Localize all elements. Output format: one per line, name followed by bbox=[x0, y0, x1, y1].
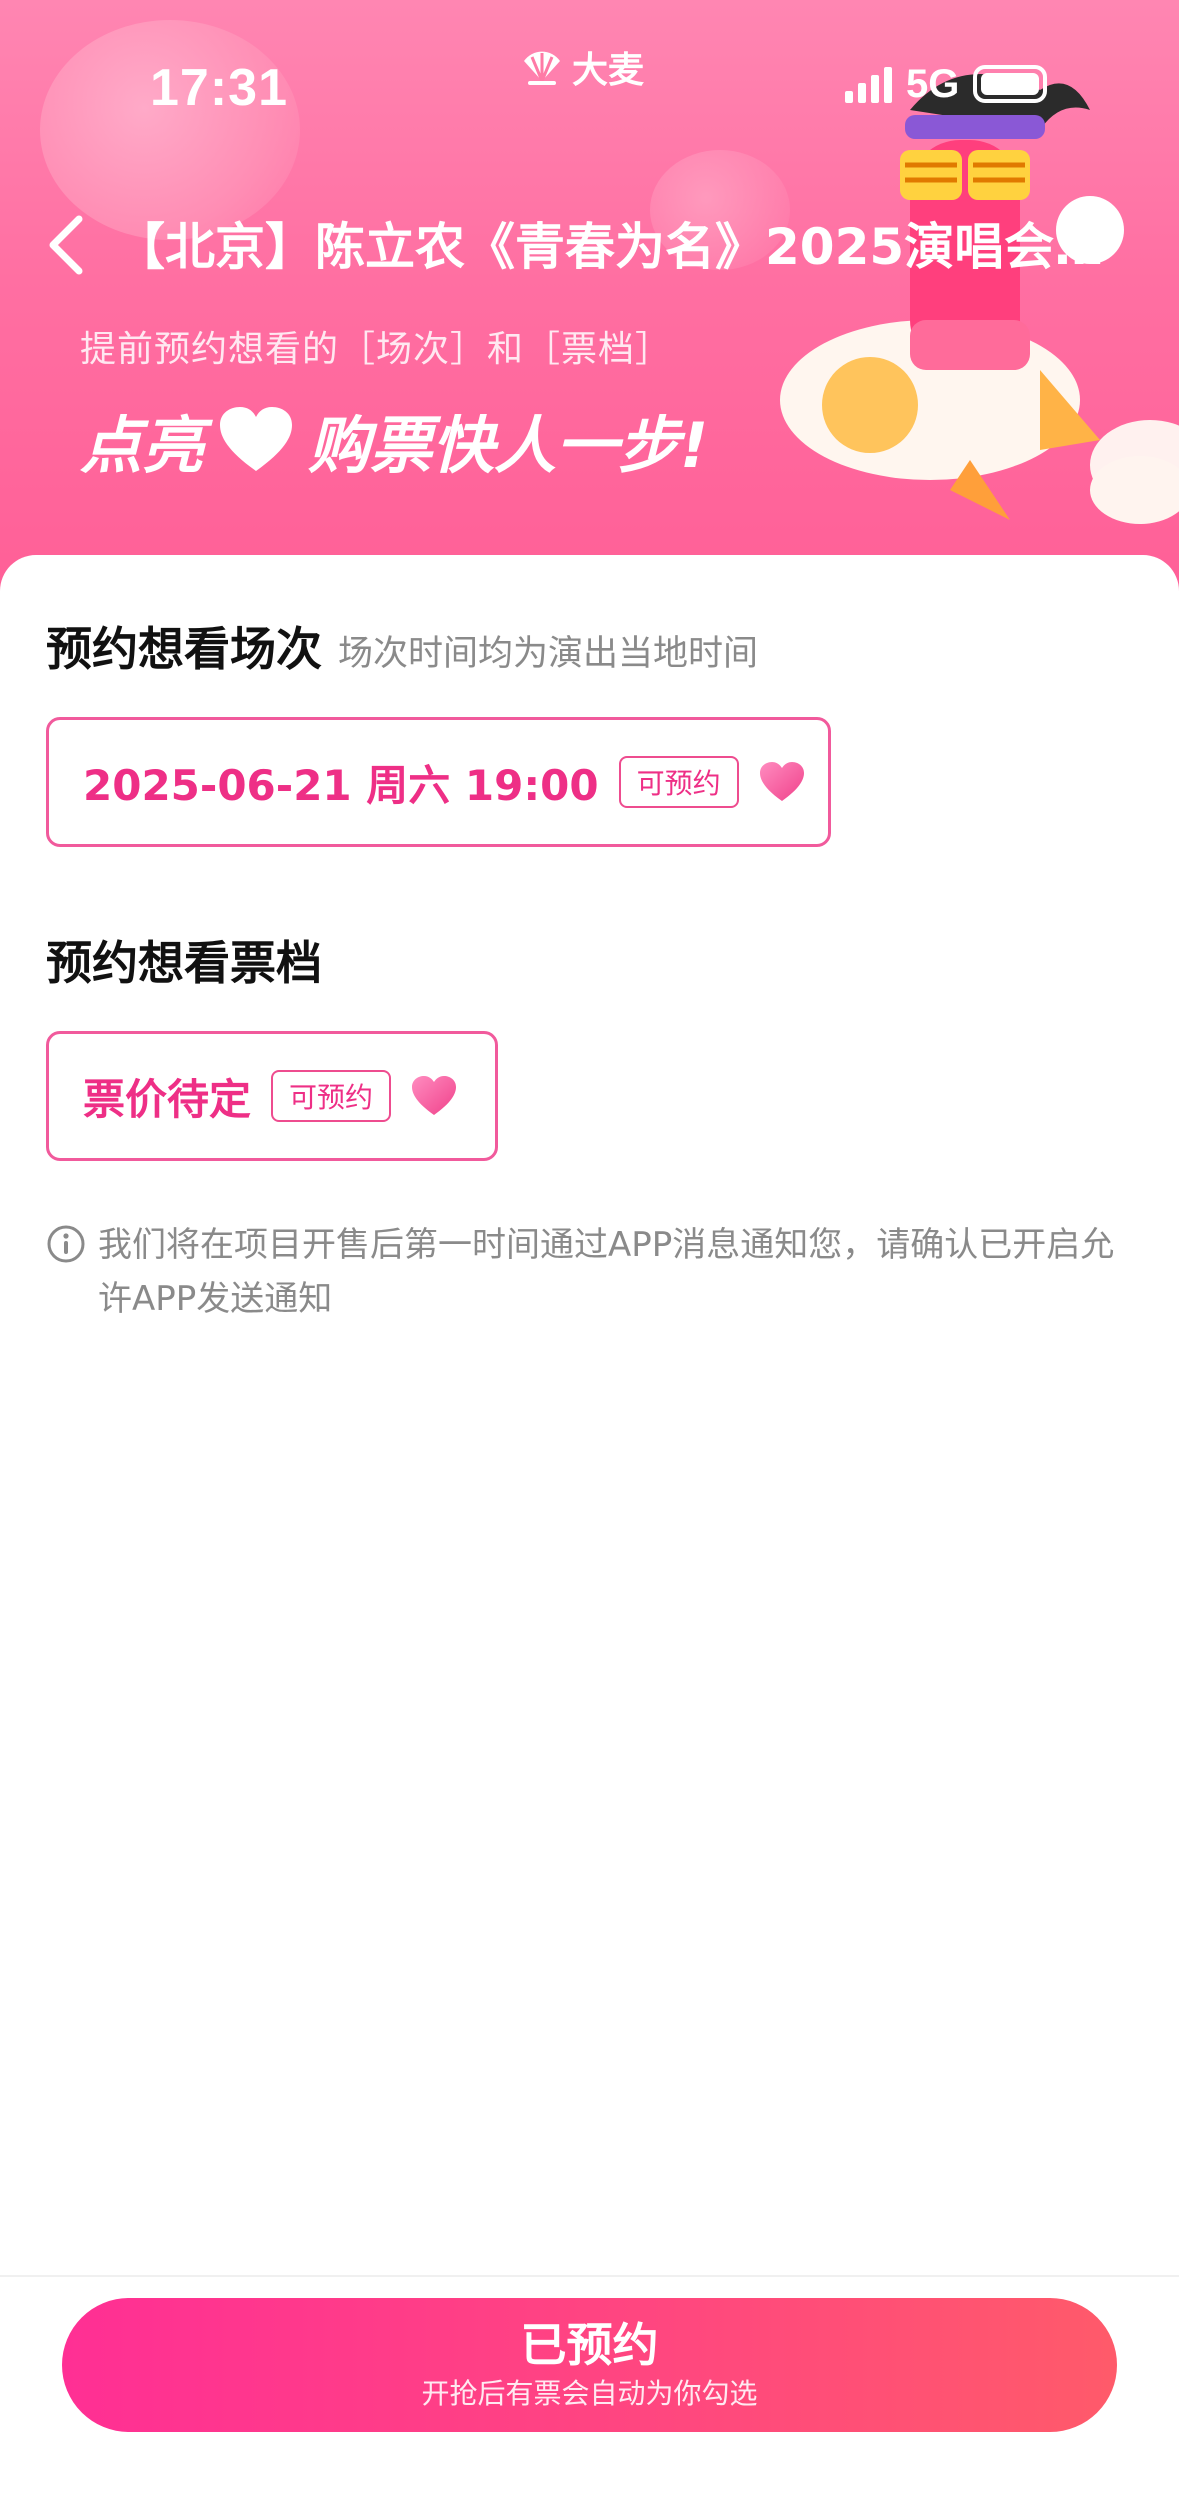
reserved-button-sublabel: 开抢后有票会自动为你勾选 bbox=[421, 2377, 758, 2410]
notice-text: 我们将在项目开售后第一时间通过APP消息通知您，请确认已开启允许APP发送通知 bbox=[98, 1225, 1115, 1319]
heart-icon bbox=[220, 407, 293, 471]
heart-icon bbox=[759, 762, 804, 801]
battery-icon bbox=[973, 65, 1048, 103]
ticket-option-label: 票价待定 bbox=[83, 1074, 252, 1124]
brand-fan-icon bbox=[524, 51, 560, 85]
back-button[interactable] bbox=[30, 200, 100, 290]
ticket-section-title: 预约想看票档 bbox=[46, 936, 322, 990]
banner-slogan: 点亮 购票快人一步! bbox=[80, 400, 708, 482]
ticket-option[interactable]: 票价待定 可预约 bbox=[46, 1031, 498, 1161]
heart-icon bbox=[412, 1076, 457, 1115]
status-indicators: 5G bbox=[845, 61, 1048, 106]
notification-notice: 我们将在项目开售后第一时间通过APP消息通知您，请确认已开启允许APP发送通知 bbox=[46, 1218, 1126, 1326]
session-section-header: 预约想看场次 场次时间均为演出当地时间 bbox=[46, 613, 758, 679]
brand-logo: 大麦 bbox=[520, 44, 645, 91]
back-arrow-icon bbox=[49, 215, 83, 275]
ticket-section-header: 预约想看票档 bbox=[46, 927, 322, 993]
session-section-title: 预约想看场次 bbox=[46, 622, 322, 676]
reserved-button-label: 已预约 bbox=[520, 2318, 659, 2372]
session-option-label: 2025-06-21 周六 19:00 bbox=[83, 760, 599, 810]
reserved-button[interactable]: 已预约 开抢后有票会自动为你勾选 bbox=[62, 2298, 1117, 2432]
content-card: 预约想看场次 场次时间均为演出当地时间 2025-06-21 周六 19:00 … bbox=[0, 555, 1179, 2497]
session-section-note: 场次时间均为演出当地时间 bbox=[338, 634, 759, 674]
banner-subtitle: 提前预约想看的［场次］和［票档］ bbox=[80, 329, 673, 370]
status-badge: 可预约 bbox=[271, 1070, 392, 1122]
status-time: 17:31 bbox=[150, 59, 288, 117]
network-type: 5G bbox=[906, 61, 960, 106]
slogan-right: 购票快人一步! bbox=[308, 409, 709, 482]
bottom-divider bbox=[0, 2275, 1179, 2277]
info-icon bbox=[47, 1225, 85, 1263]
session-option[interactable]: 2025-06-21 周六 19:00 可预约 bbox=[46, 717, 831, 847]
reservation-page: 17:31 大麦 5G 【北京】陈立农《青春为名》2025演唱会-... 提前预… bbox=[0, 0, 1179, 2497]
brand-name: 大麦 bbox=[572, 50, 645, 91]
header-banner: 17:31 大麦 5G 【北京】陈立农《青春为名》2025演唱会-... 提前预… bbox=[0, 0, 1179, 620]
slogan-left: 点亮 bbox=[80, 409, 205, 482]
status-badge: 可预约 bbox=[618, 756, 739, 808]
page-title: 【北京】陈立农《青春为名》2025演唱会-... bbox=[115, 218, 1115, 276]
signal-icon bbox=[845, 65, 892, 103]
